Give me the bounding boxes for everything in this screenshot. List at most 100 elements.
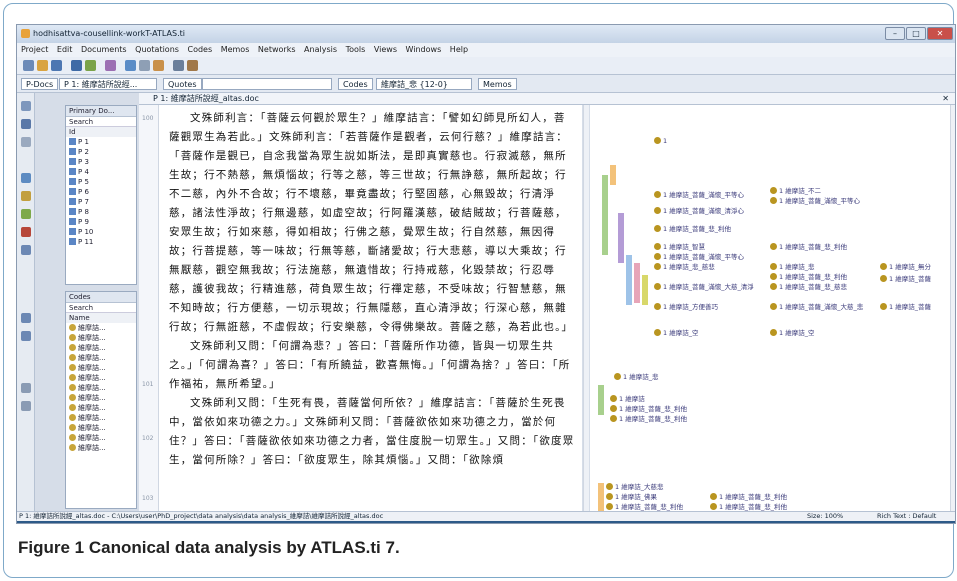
code-bracket[interactable] — [610, 165, 616, 185]
margin-code-label[interactable]: 1 維摩詰_悲_慈悲 — [654, 261, 715, 271]
list-item[interactable]: P 4 — [66, 167, 136, 177]
document-scrollbar[interactable] — [583, 105, 589, 511]
list-item[interactable]: P 7 — [66, 197, 136, 207]
primary-docs-search[interactable]: Search — [66, 117, 136, 127]
list-item[interactable]: P 11 — [66, 237, 136, 247]
list-item[interactable]: 維摩詰... — [66, 433, 136, 443]
primary-docs-column-id[interactable]: Id — [66, 127, 136, 137]
margin-code-label[interactable]: 1 維摩詰_菩薩_悲_慈悲 — [770, 281, 847, 291]
side-tool-icon[interactable] — [21, 401, 31, 411]
list-item[interactable]: P 10 — [66, 227, 136, 237]
menu-edit[interactable]: Edit — [57, 45, 73, 54]
code-bracket[interactable] — [598, 385, 604, 415]
margin-code-label[interactable]: 1 維摩詰_無分 — [880, 261, 931, 271]
side-tool-icon[interactable] — [21, 227, 31, 237]
menu-analysis[interactable]: Analysis — [304, 45, 337, 54]
pen-icon[interactable] — [173, 60, 184, 71]
list-item[interactable]: 維摩詰... — [66, 393, 136, 403]
margin-code-label[interactable]: 1 維摩詰_菩薩 — [880, 273, 931, 283]
margin-code-label[interactable]: 1 維摩詰_菩薩_悲_利他 — [710, 501, 787, 511]
margin-code-label[interactable]: 1 維摩詰_不二 — [770, 185, 821, 195]
margin-code-label[interactable]: 1 — [654, 137, 667, 145]
list-item[interactable]: P 2 — [66, 147, 136, 157]
margin-code-label[interactable]: 1 維摩詰_菩薩 — [880, 301, 931, 311]
codes-button[interactable]: Codes — [338, 78, 373, 90]
menu-views[interactable]: Views — [374, 45, 397, 54]
margin-code-label[interactable]: 1 維摩詰_方便善巧 — [654, 301, 718, 311]
menu-help[interactable]: Help — [450, 45, 468, 54]
code-bracket[interactable] — [626, 255, 632, 305]
menu-memos[interactable]: Memos — [221, 45, 250, 54]
menu-documents[interactable]: Documents — [81, 45, 127, 54]
codes-column-name[interactable]: Name — [66, 313, 136, 323]
settings-icon[interactable] — [187, 60, 198, 71]
side-tool-icon[interactable] — [21, 331, 31, 341]
margin-code-label[interactable]: 1 維摩詰_悲 — [614, 371, 658, 381]
side-tool-icon[interactable] — [21, 191, 31, 201]
side-tool-icon[interactable] — [21, 209, 31, 219]
margin-code-label[interactable]: 1 維摩詰_菩薩_悲_利他 — [654, 223, 731, 233]
menu-codes[interactable]: Codes — [187, 45, 212, 54]
list-item[interactable]: P 5 — [66, 177, 136, 187]
quotation-icon[interactable] — [71, 60, 82, 71]
document-text[interactable]: 文殊師利言：「菩薩云何觀於眾生？」維摩詰言：「譬如幻師見所幻人，菩薩觀眾生為若此… — [159, 105, 582, 511]
open-icon[interactable] — [37, 60, 48, 71]
list-item[interactable]: P 3 — [66, 157, 136, 167]
pdoc-dropdown[interactable]: P 1: 維摩詰所說經... — [59, 78, 157, 90]
margin-code-label[interactable]: 1 維摩詰_菩薩_滿懷_平等心 — [770, 195, 860, 205]
list-item[interactable]: 維摩詰... — [66, 353, 136, 363]
margin-code-label[interactable]: 1 維摩詰_菩薩_滿懷_平等心 — [654, 251, 744, 261]
margin-scrollbar[interactable] — [950, 105, 955, 511]
minimize-button[interactable]: – — [885, 27, 905, 40]
margin-code-label[interactable]: 1 維摩詰_菩薩_悲_利他 — [770, 271, 847, 281]
code-bracket[interactable] — [634, 263, 640, 303]
list-item[interactable]: 維摩詰... — [66, 323, 136, 333]
margin-code-label[interactable]: 1 維摩詰_空 — [770, 327, 814, 337]
margin-code-label[interactable]: 1 維摩詰_菩薩_悲_利他 — [610, 403, 687, 413]
new-project-icon[interactable] — [23, 60, 34, 71]
menu-windows[interactable]: Windows — [406, 45, 442, 54]
side-tool-icon[interactable] — [21, 101, 31, 111]
codes-dropdown[interactable]: 維摩詰_悲 {12-0} — [376, 78, 472, 90]
tool-icon[interactable] — [153, 60, 164, 71]
list-item[interactable]: 維摩詰... — [66, 373, 136, 383]
margin-code-label[interactable]: 1 維摩詰_佛果 — [606, 491, 657, 501]
margin-code-label[interactable]: 1 維摩詰_智慧 — [654, 241, 705, 251]
network-icon[interactable] — [125, 60, 136, 71]
list-item[interactable]: 維摩詰... — [66, 383, 136, 393]
margin-code-label[interactable]: 1 維摩詰_菩薩_滿懷_清淨心 — [654, 205, 744, 215]
code-bracket[interactable] — [618, 213, 624, 263]
menu-tools[interactable]: Tools — [346, 45, 366, 54]
margin-code-label[interactable]: 1 維摩詰_菩薩_悲_利他 — [606, 501, 683, 511]
margin-code-label[interactable]: 1 維摩詰_菩薩_滿懷_大慈_悲 — [770, 301, 863, 311]
quotes-button[interactable]: Quotes — [163, 78, 202, 90]
query-icon[interactable] — [139, 60, 150, 71]
memo-icon[interactable] — [105, 60, 116, 71]
list-item[interactable]: 維摩詰... — [66, 363, 136, 373]
document-tab[interactable]: P 1: 維摩詰所說經_altas.doc ✕ — [139, 93, 955, 105]
margin-code-label[interactable]: 1 維摩詰_菩薩_悲_利他 — [710, 491, 787, 501]
list-item[interactable]: 維摩詰... — [66, 333, 136, 343]
maximize-button[interactable]: □ — [906, 27, 926, 40]
margin-code-label[interactable]: 1 維摩詰_空 — [654, 327, 698, 337]
menu-networks[interactable]: Networks — [258, 45, 296, 54]
pdocs-button[interactable]: P-Docs — [21, 78, 59, 90]
list-item[interactable]: 維摩詰... — [66, 413, 136, 423]
list-item[interactable]: 維摩詰... — [66, 443, 136, 453]
side-tool-icon[interactable] — [21, 383, 31, 393]
close-document-icon[interactable]: ✕ — [942, 93, 949, 104]
code-icon[interactable] — [85, 60, 96, 71]
margin-code-label[interactable]: 1 維摩詰 — [610, 393, 645, 403]
list-item[interactable]: P 8 — [66, 207, 136, 217]
menu-project[interactable]: Project — [21, 45, 48, 54]
list-item[interactable]: 維摩詰... — [66, 423, 136, 433]
margin-code-label[interactable]: 1 維摩詰_菩薩_悲_利他 — [610, 413, 687, 423]
menu-quotations[interactable]: Quotations — [135, 45, 179, 54]
codes-search[interactable]: Search — [66, 303, 136, 313]
close-button[interactable]: ✕ — [927, 27, 953, 40]
side-tool-icon[interactable] — [21, 119, 31, 129]
save-icon[interactable] — [51, 60, 62, 71]
status-zoom[interactable]: Size: 100% — [807, 512, 843, 521]
list-item[interactable]: P 1 — [66, 137, 136, 147]
margin-code-label[interactable]: 1 維摩詰_菩薩_滿懷_大慈_清淨 — [654, 281, 754, 291]
